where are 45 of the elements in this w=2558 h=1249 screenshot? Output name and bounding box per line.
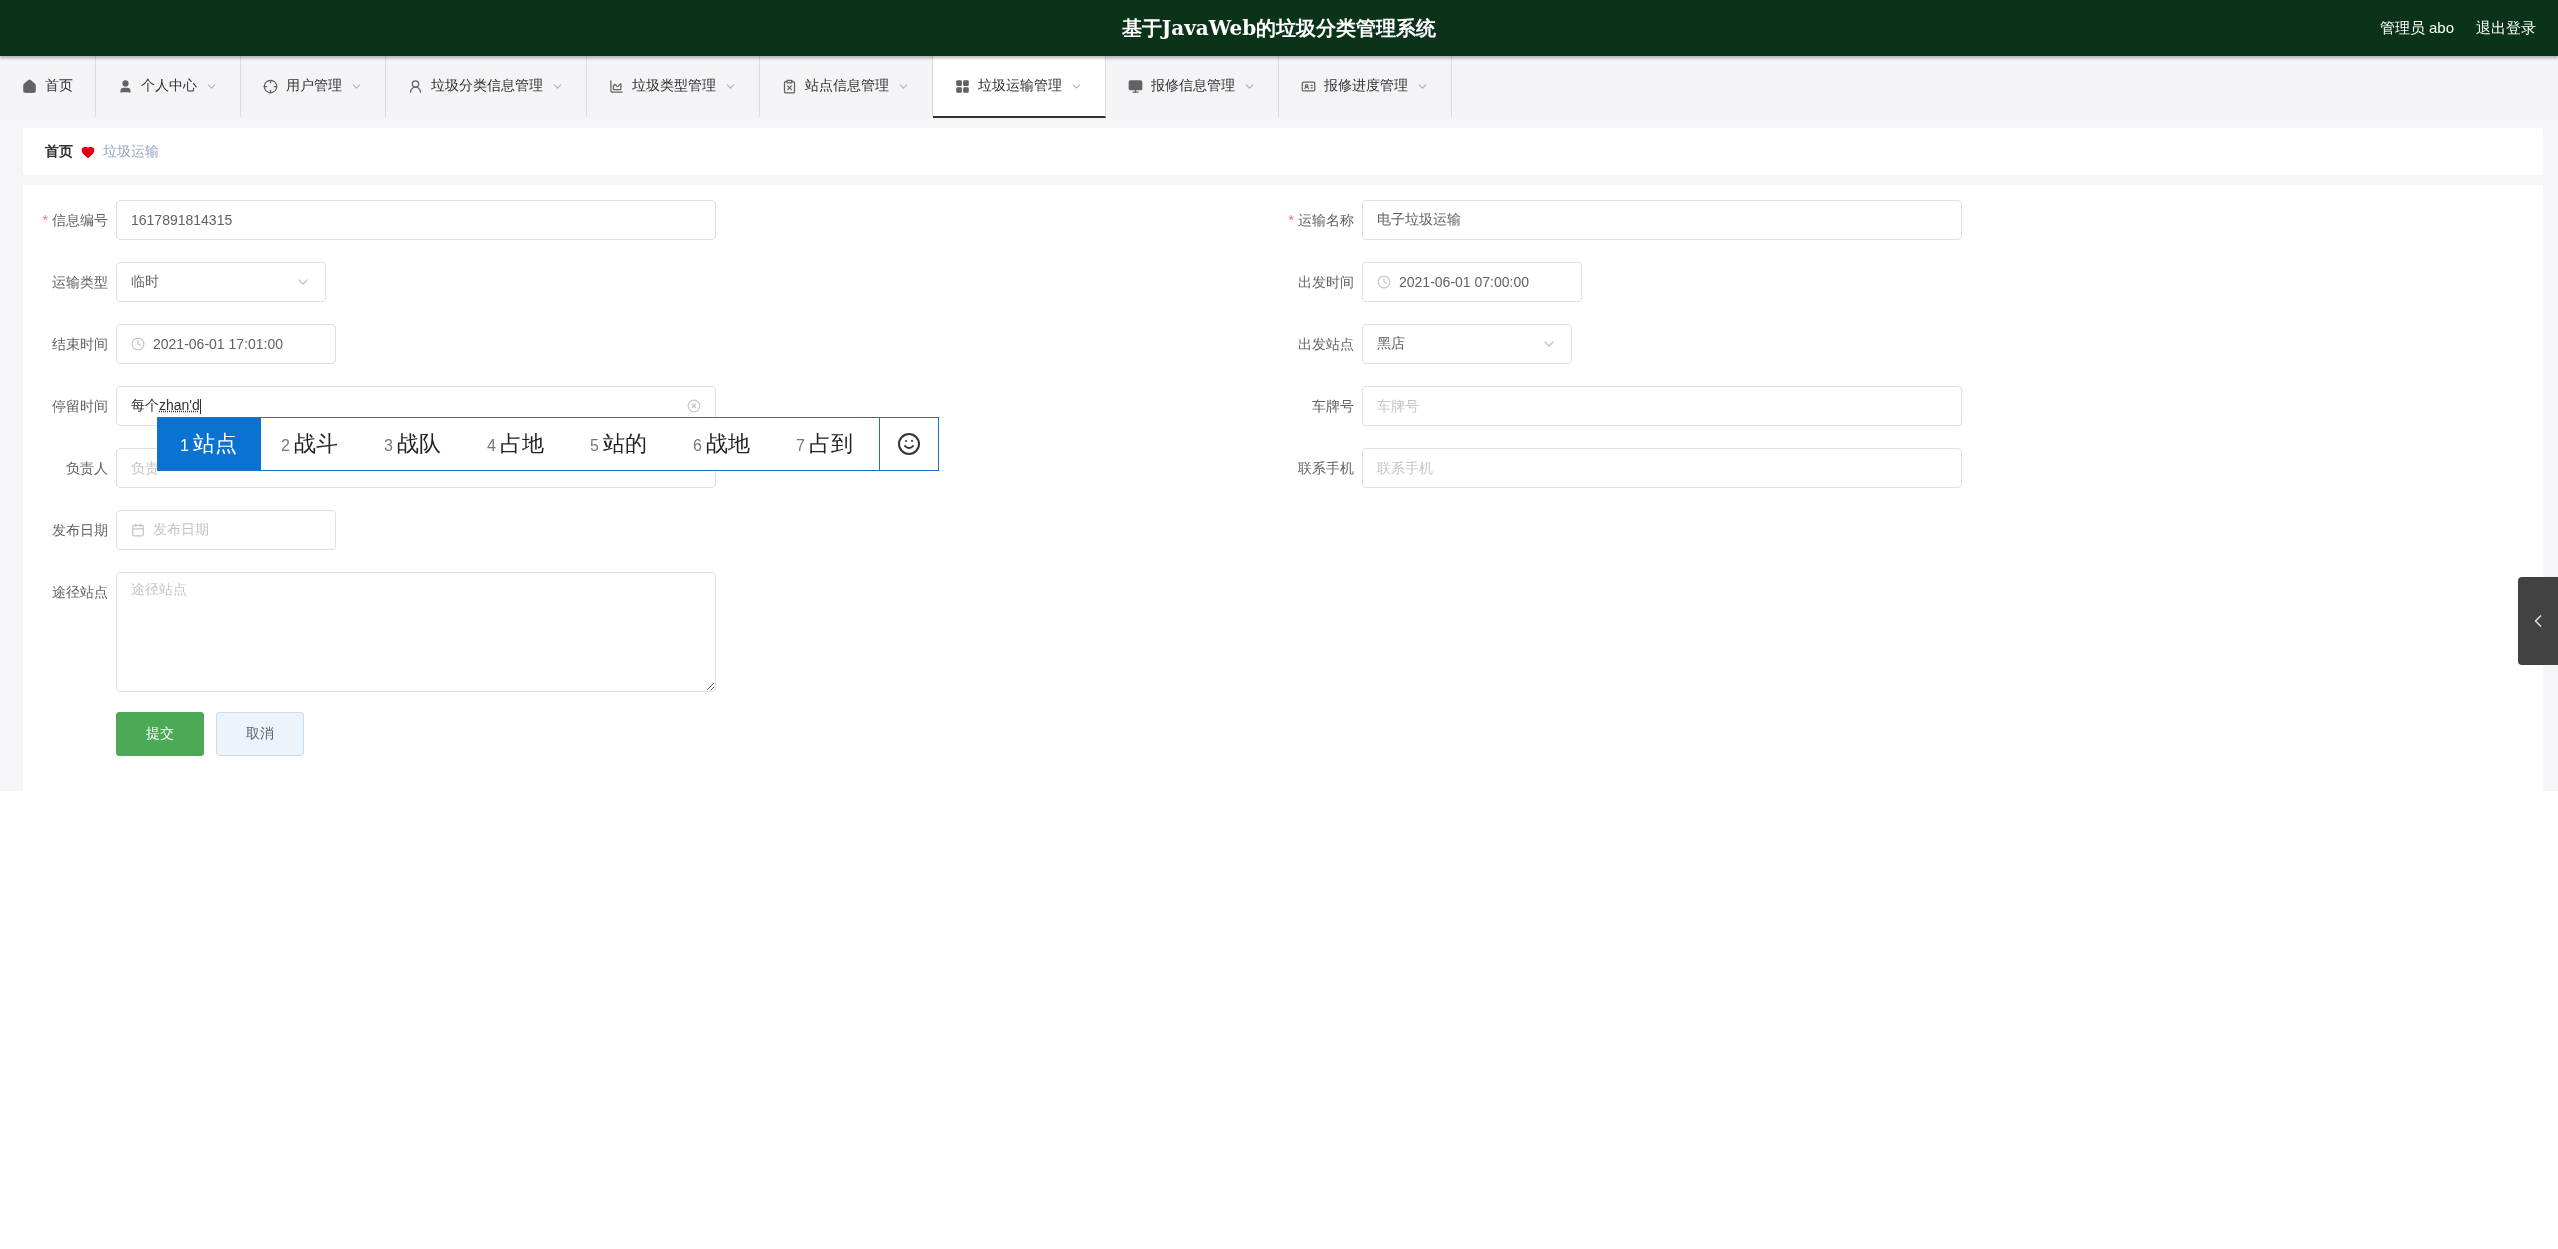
ime-candidate[interactable]: 1 站点 [158, 418, 261, 470]
cancel-button[interactable]: 取消 [216, 712, 304, 756]
nav-tab[interactable]: 垃圾运输管理 [933, 56, 1106, 118]
input-field[interactable]: 1617891814315 [116, 200, 716, 240]
breadcrumb-link[interactable]: 首页 [45, 142, 73, 161]
crosshair-icon [263, 78, 278, 94]
id-card-icon [1301, 78, 1316, 94]
calendar-icon [131, 523, 145, 537]
user-icon [118, 78, 133, 94]
field-label: 途径站点 [51, 583, 109, 602]
grid-icon [955, 78, 970, 94]
monitor-icon [1128, 78, 1143, 94]
field-label: 停留时间 [51, 397, 109, 416]
input-field[interactable]: 车牌号 [1362, 386, 1962, 426]
app-title: 基于JavaWeb的垃圾分类管理系统 [1121, 14, 1437, 42]
select-field[interactable]: 黑店 [1362, 324, 1572, 364]
user-name: 管理员 abo [2379, 18, 2454, 38]
field-label: 负责人 [65, 459, 109, 478]
clear-icon[interactable] [687, 399, 701, 413]
input-field[interactable]: 电子垃圾运输 [1362, 200, 1962, 240]
field-label: 出发站点 [1297, 335, 1355, 354]
clipboard-icon [782, 78, 797, 94]
home-icon [22, 78, 37, 94]
field-label: * 运输名称 [1287, 211, 1355, 230]
select-field[interactable]: 临时 [116, 262, 326, 302]
input-field[interactable]: 联系手机 [1362, 448, 1962, 488]
field-label: 结束时间 [51, 335, 109, 354]
chart-icon [609, 78, 624, 94]
logout-link[interactable]: 退出登录 [2476, 18, 2536, 38]
field-label: 运输类型 [51, 273, 109, 292]
field-label: 发布日期 [51, 521, 109, 540]
clock-icon [131, 337, 145, 351]
datetime-field[interactable]: 2021-06-01 17:01:00 [116, 324, 336, 364]
field-label: 车牌号 [1311, 397, 1355, 416]
field-label: 出发时间 [1297, 273, 1355, 292]
textarea-field[interactable]: 途径站点 [116, 572, 716, 692]
heart-icon [81, 144, 95, 159]
clock-icon [1377, 275, 1391, 289]
breadcrumb-current: 垃圾运输 [103, 142, 159, 161]
field-label: 联系手机 [1297, 459, 1355, 478]
smiley-icon [897, 432, 921, 456]
user-icon [408, 78, 423, 94]
field-label: * 信息编号 [41, 211, 109, 230]
collapse-tab[interactable] [2518, 577, 2558, 665]
datetime-field[interactable]: 2021-06-01 07:00:00 [1362, 262, 1582, 302]
